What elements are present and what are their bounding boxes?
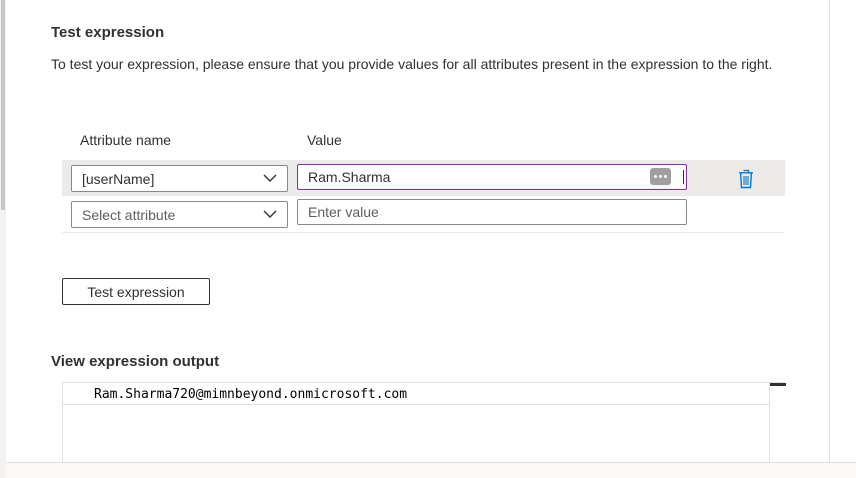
test-expression-button[interactable]: Test expression [62,278,210,305]
output-scrollbar-thumb[interactable] [770,383,786,386]
attribute-value-input[interactable] [297,164,687,190]
view-output-heading: View expression output [51,353,220,370]
test-expression-description: To test your expression, please ensure t… [51,56,773,72]
attribute-dropdown-value: [userName] [82,171,155,187]
select-attribute-dropdown[interactable]: Select attribute [71,201,288,228]
chevron-down-icon [263,174,277,182]
select-attribute-placeholder: Select attribute [82,207,176,223]
output-scrollbar[interactable] [769,383,786,465]
enter-value-input[interactable] [297,199,687,225]
panel-divider [829,0,830,462]
expression-output-box: Ram.Sharma720@mimnbeyond.onmicrosoft.com [62,382,786,465]
value-column-header: Value [307,132,342,148]
test-expression-heading: Test expression [51,24,165,41]
text-caret [683,170,684,184]
attribute-name-column-header: Attribute name [80,132,172,148]
footer-bar [6,462,856,478]
row-divider [62,232,785,233]
attribute-dropdown[interactable]: [userName] [71,165,288,192]
page-scrollbar[interactable] [0,0,6,478]
chevron-down-icon [263,210,277,218]
expression-output-text: Ram.Sharma720@mimnbeyond.onmicrosoft.com [94,387,408,402]
trash-icon[interactable] [738,169,754,189]
page-scrollbar-thumb[interactable] [1,0,5,210]
more-icon[interactable] [650,168,671,185]
output-line: Ram.Sharma720@mimnbeyond.onmicrosoft.com [63,383,769,405]
